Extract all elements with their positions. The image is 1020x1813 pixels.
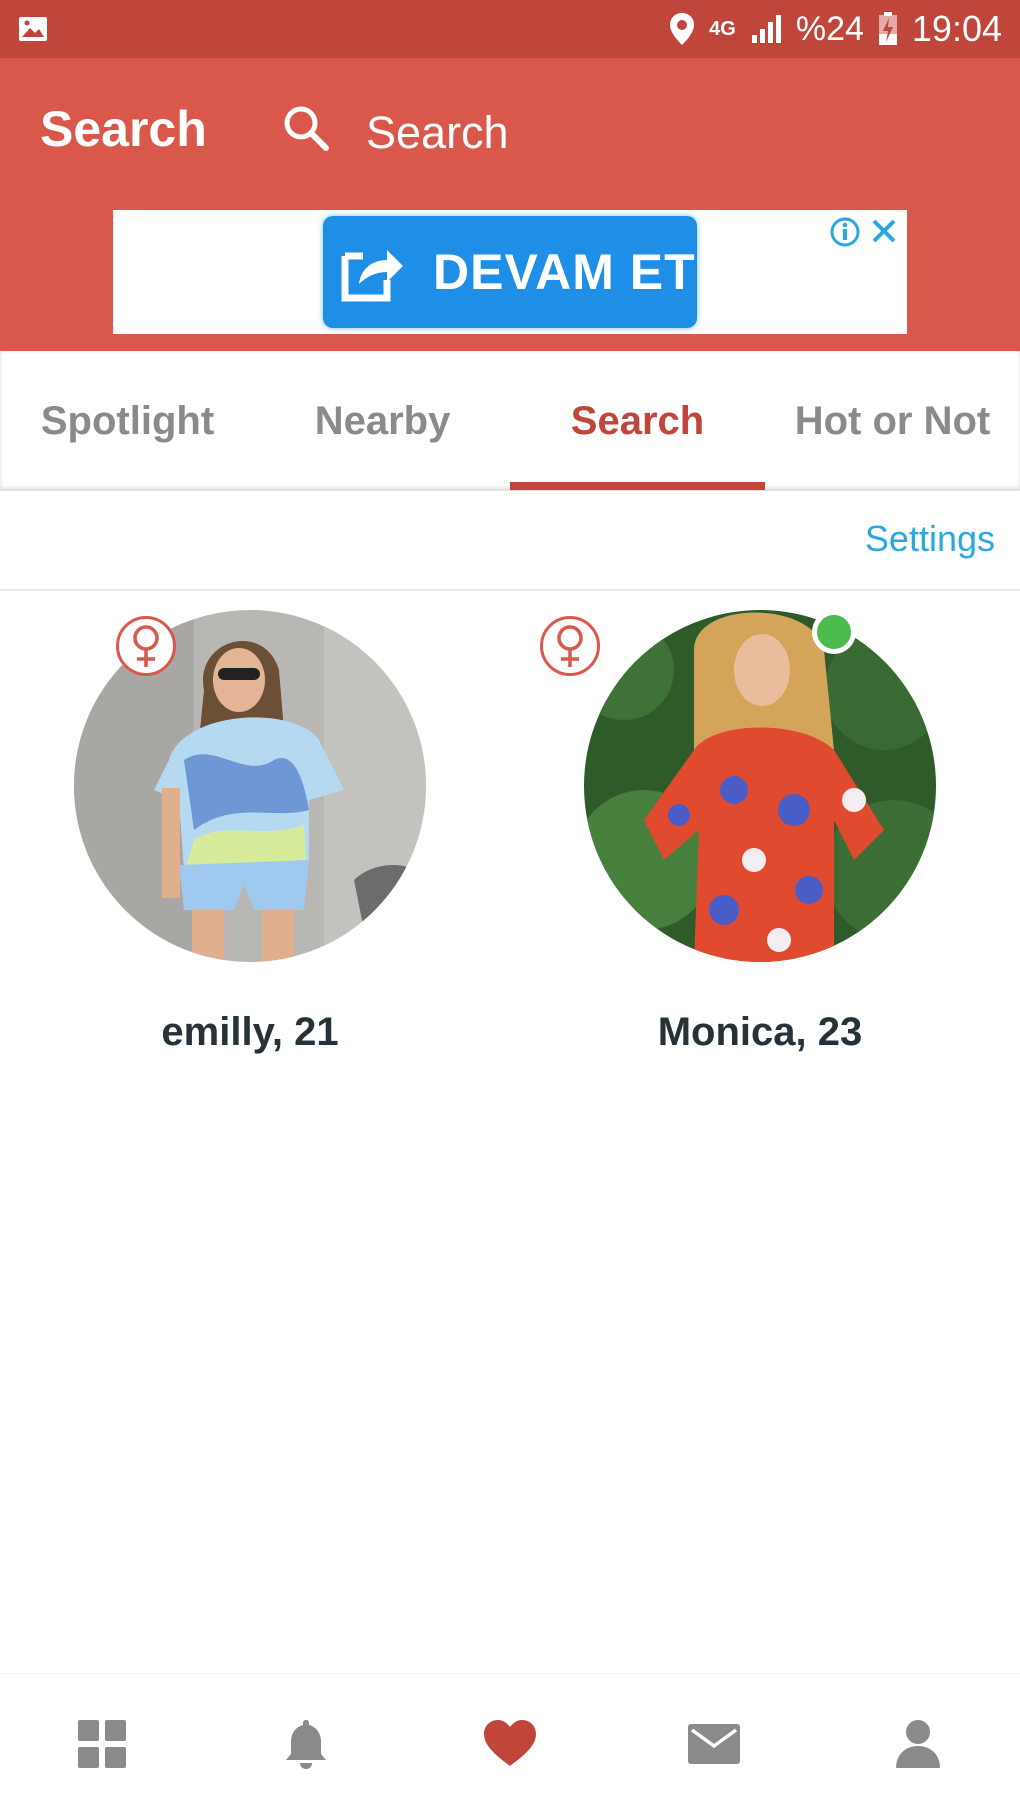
profile-name: emilly, 21 — [161, 1010, 339, 1054]
search-input[interactable]: Search — [366, 110, 509, 155]
tab-hot-or-not[interactable]: Hot or Not — [765, 351, 1020, 491]
external-link-icon — [341, 250, 403, 302]
page-title: Search — [40, 101, 207, 157]
info-icon[interactable] — [829, 216, 861, 248]
nav-item-messages[interactable] — [612, 1674, 816, 1813]
person-icon — [896, 1720, 940, 1768]
mail-icon — [688, 1724, 740, 1764]
search-icon[interactable] — [280, 102, 332, 154]
clock: 19:04 — [911, 8, 1002, 49]
profile-card[interactable]: Monica, 23 — [510, 610, 1020, 1060]
settings-link[interactable]: Settings — [865, 521, 995, 557]
tab-active-indicator — [510, 482, 765, 490]
bottom-nav — [0, 1673, 1020, 1813]
tab-search[interactable]: Search — [510, 351, 765, 491]
image-notification-icon — [19, 17, 47, 41]
nav-item-notifications[interactable] — [204, 1674, 408, 1813]
avatar[interactable] — [584, 610, 936, 962]
battery-percent: %24 — [795, 9, 864, 48]
grid-icon — [78, 1720, 126, 1768]
profile-name: Monica, 23 — [657, 1010, 863, 1054]
heart-icon — [484, 1720, 536, 1766]
nav-item-likes[interactable] — [408, 1674, 612, 1813]
signal-icon — [751, 15, 781, 43]
network-type: 4G — [709, 17, 736, 40]
ad-banner[interactable]: DEVAM ET — [113, 210, 907, 334]
location-icon — [670, 13, 695, 45]
nav-item-profile[interactable] — [816, 1674, 1020, 1813]
close-icon[interactable] — [869, 216, 899, 246]
tab-nearby[interactable]: Nearby — [255, 351, 510, 491]
ad-cta-button[interactable]: DEVAM ET — [323, 216, 697, 328]
tab-spotlight[interactable]: Spotlight — [0, 351, 255, 491]
status-bar: 4G %24 19:04 — [0, 0, 1020, 58]
profile-card[interactable]: emilly, 21 — [0, 610, 510, 1060]
bell-icon — [286, 1720, 326, 1769]
nav-item-browse[interactable] — [0, 1674, 204, 1813]
online-status-indicator — [812, 610, 856, 654]
battery-charging-icon — [878, 12, 897, 45]
profile-photo — [584, 610, 936, 962]
tab-bar: Spotlight Nearby Search Hot or Not — [0, 351, 1020, 491]
female-icon — [116, 616, 176, 676]
female-icon — [540, 616, 600, 676]
settings-row: Settings — [0, 491, 1020, 591]
app-bar: Search Search DEVAM ET — [0, 58, 1020, 351]
ad-cta-label: DEVAM ET — [433, 244, 696, 300]
